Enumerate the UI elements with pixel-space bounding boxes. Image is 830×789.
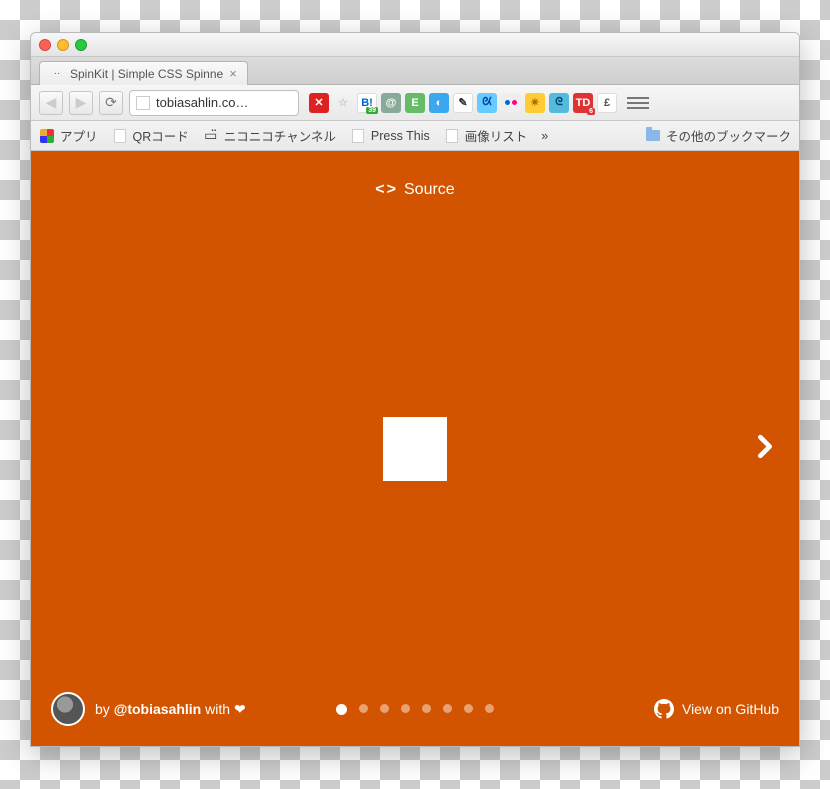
pagination-dot[interactable] <box>422 704 431 713</box>
page-footer: by @tobiasahlin with ❤ View on GitHub <box>31 692 799 726</box>
page-content: <> Source by @tobiasahlin with ❤ <box>31 151 799 746</box>
eyedropper-extension-icon[interactable]: ✎ <box>453 93 473 113</box>
bookmarks-bar: アプリ QRコード ▭̈ ニコニコチャンネル Press This 画像リスト … <box>31 121 799 151</box>
bookmarks-overflow[interactable]: » <box>541 129 548 143</box>
extension-icon[interactable]: ✕ <box>309 93 329 113</box>
pagination-dots <box>336 704 494 715</box>
apps-grid-icon <box>40 129 54 143</box>
back-button[interactable]: ◀ <box>39 91 63 115</box>
address-bar[interactable]: tobiasahlin.co… <box>129 90 299 116</box>
spinner-square <box>383 417 447 481</box>
overflow-chevron-icon: » <box>541 129 548 143</box>
zoom-window-button[interactable] <box>75 39 87 51</box>
tab-strip: ·· SpinKit | Simple CSS Spinne × <box>31 57 799 85</box>
evernote-extension-icon[interactable]: E <box>405 93 425 113</box>
chrome-menu-button[interactable] <box>627 92 649 114</box>
bookmark-item[interactable]: ▭̈ ニコニコチャンネル <box>203 126 336 145</box>
bookmark-item[interactable]: QRコード <box>112 126 189 145</box>
folder-icon <box>646 130 660 141</box>
browser-tab[interactable]: ·· SpinKit | Simple CSS Spinne × <box>39 61 248 85</box>
bookmark-label: 画像リスト <box>465 126 528 145</box>
author-handle[interactable]: @tobiasahlin <box>114 701 202 717</box>
bookmark-item[interactable]: Press This <box>350 128 430 144</box>
window-titlebar <box>31 33 799 57</box>
github-link[interactable]: View on GitHub <box>654 699 779 719</box>
github-icon <box>654 699 674 719</box>
byline: by @tobiasahlin with ❤ <box>95 701 246 718</box>
bookmark-label: アプリ <box>60 126 98 145</box>
minimize-window-button[interactable] <box>57 39 69 51</box>
other-bookmarks-folder[interactable]: その他のブックマーク <box>645 126 791 145</box>
page-icon <box>446 129 458 143</box>
apps-shortcut[interactable]: アプリ <box>39 126 98 145</box>
extension-icon[interactable]: £ <box>597 93 617 113</box>
niconico-icon: ▭̈ <box>203 128 219 144</box>
extension-icon[interactable]: @ <box>381 93 401 113</box>
source-label: Source <box>404 181 455 199</box>
extension-icon[interactable]: ᘡ <box>477 93 497 113</box>
tab-favicon: ·· <box>50 67 64 81</box>
pagination-dot[interactable] <box>336 704 347 715</box>
todoist-extension-icon[interactable]: TD6 <box>573 93 593 113</box>
author-avatar[interactable] <box>51 692 85 726</box>
bookmark-label: ニコニコチャンネル <box>224 126 336 145</box>
extension-icon[interactable]: ✴ <box>525 93 545 113</box>
pagination-dot[interactable] <box>359 704 368 713</box>
heart-icon: ❤ <box>234 701 246 717</box>
address-toolbar: ◀ ▶ ⟳ tobiasahlin.co… ✕ ☆ B!39 @ E ◐ ✎ ᘡ… <box>31 85 799 121</box>
pagination-dot[interactable] <box>380 704 389 713</box>
code-icon: <> <box>375 181 396 199</box>
next-button[interactable] <box>751 432 779 465</box>
close-window-button[interactable] <box>39 39 51 51</box>
bookmark-label: QRコード <box>133 126 189 145</box>
extension-icon[interactable]: ◐ <box>429 93 449 113</box>
traffic-lights <box>39 39 87 51</box>
pagination-dot[interactable] <box>485 704 494 713</box>
flickr-extension-icon[interactable] <box>501 93 521 113</box>
hatena-extension-icon[interactable]: B!39 <box>357 93 377 113</box>
address-text: tobiasahlin.co… <box>156 95 292 110</box>
chevron-right-icon <box>751 432 779 460</box>
bookmark-label: その他のブックマーク <box>666 126 791 145</box>
page-icon <box>352 129 364 143</box>
reload-button[interactable]: ⟳ <box>99 91 123 115</box>
pagination-dot[interactable] <box>464 704 473 713</box>
page-icon <box>114 129 126 143</box>
bookmark-label: Press This <box>371 129 430 143</box>
forward-button[interactable]: ▶ <box>69 91 93 115</box>
tab-close-icon[interactable]: × <box>229 66 237 81</box>
source-link[interactable]: <> Source <box>375 181 454 199</box>
pagination-dot[interactable] <box>401 704 410 713</box>
browser-window: ·· SpinKit | Simple CSS Spinne × ◀ ▶ ⟳ t… <box>30 32 800 747</box>
site-icon <box>136 96 150 110</box>
pagination-dot[interactable] <box>443 704 452 713</box>
bookmark-star-icon[interactable]: ☆ <box>333 93 353 113</box>
tab-title: SpinKit | Simple CSS Spinne <box>70 67 223 81</box>
extension-icons: ✕ ☆ B!39 @ E ◐ ✎ ᘡ ✴ ᘓ TD6 £ <box>309 93 617 113</box>
github-label: View on GitHub <box>682 701 779 717</box>
bookmark-item[interactable]: 画像リスト <box>444 126 528 145</box>
extension-icon[interactable]: ᘓ <box>549 93 569 113</box>
